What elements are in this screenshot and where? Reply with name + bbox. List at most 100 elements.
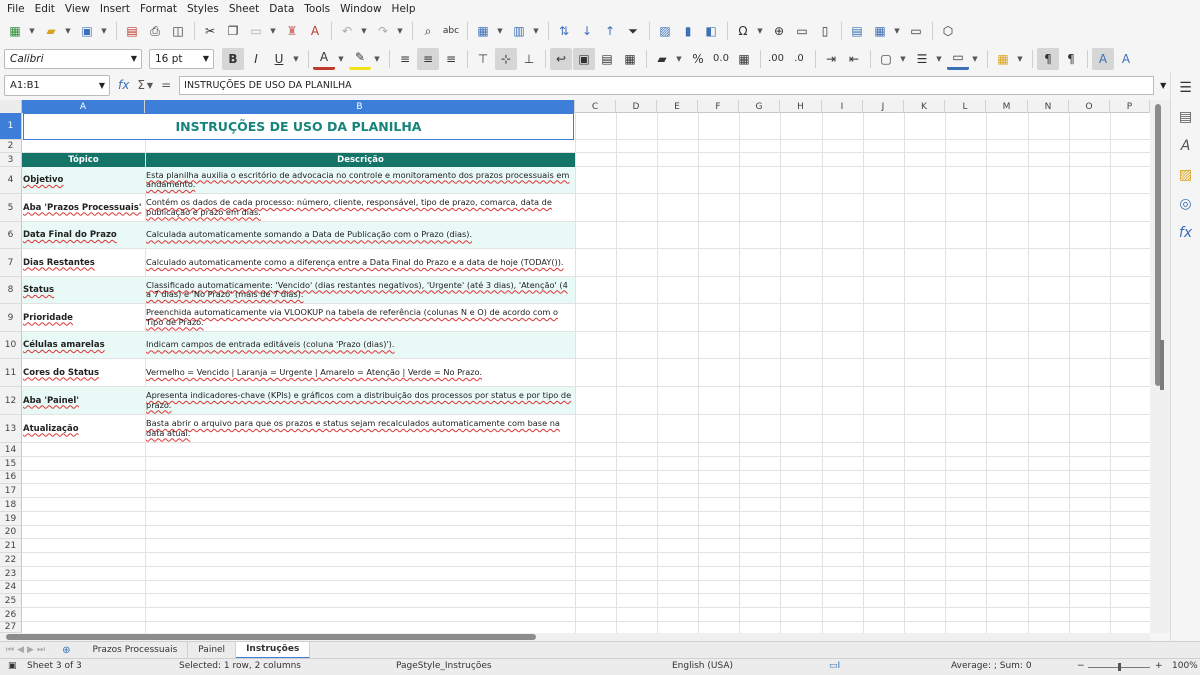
- column-header-n[interactable]: N: [1028, 100, 1069, 113]
- decrease-indent-icon[interactable]: ⇤: [843, 48, 865, 70]
- chevron-down-icon[interactable]: ▼: [372, 48, 382, 70]
- wrap-text-icon[interactable]: ↩: [550, 47, 572, 70]
- menu-window[interactable]: Window: [335, 3, 386, 15]
- insert-image-icon[interactable]: ▨: [654, 20, 676, 42]
- text-direction-ltr-icon[interactable]: ¶: [1037, 47, 1059, 70]
- export-pdf-icon[interactable]: ▤: [121, 20, 143, 42]
- italic-icon[interactable]: I: [245, 48, 267, 70]
- language-indicator[interactable]: English (USA): [672, 661, 733, 671]
- column-header-o[interactable]: O: [1069, 100, 1110, 113]
- redo-icon[interactable]: ↷: [372, 20, 394, 42]
- row-header[interactable]: 10: [0, 332, 22, 359]
- menu-data[interactable]: Data: [264, 3, 299, 15]
- menu-format[interactable]: Format: [135, 3, 182, 15]
- row-header[interactable]: 1: [0, 113, 22, 140]
- comment-icon[interactable]: ▭: [791, 20, 813, 42]
- font-name-box[interactable]: Calibri ▼: [4, 48, 142, 69]
- description-cell[interactable]: Calculado automaticamente como a diferen…: [145, 249, 575, 276]
- tab-instrucoes[interactable]: Instruções: [236, 641, 311, 659]
- align-bottom-icon[interactable]: ⊥: [518, 48, 540, 70]
- unmerge-cells-icon[interactable]: ▦: [619, 48, 641, 70]
- topic-cell[interactable]: Status: [22, 277, 145, 303]
- chevron-down-icon[interactable]: ▼: [63, 20, 73, 42]
- topic-cell[interactable]: Objetivo: [22, 167, 145, 193]
- zoom-in-icon[interactable]: +: [1155, 661, 1163, 671]
- cut-icon[interactable]: ✂: [199, 20, 221, 42]
- delete-decimal-icon[interactable]: .0: [788, 48, 810, 70]
- row-header[interactable]: 5: [0, 194, 22, 222]
- chevron-down-icon[interactable]: ▼: [203, 54, 209, 63]
- print-preview-icon[interactable]: ◫: [167, 20, 189, 42]
- header-description-cell[interactable]: Descrição: [146, 153, 575, 167]
- topic-cell[interactable]: Data Final do Prazo: [22, 222, 145, 248]
- topic-cell[interactable]: Células amarelas: [22, 332, 145, 358]
- function-wizard-icon[interactable]: fx: [118, 78, 129, 92]
- row-header[interactable]: 24: [0, 581, 22, 594]
- row-header[interactable]: 11: [0, 359, 22, 387]
- row-header[interactable]: 2: [0, 140, 22, 153]
- find-replace-icon[interactable]: ⌕: [417, 20, 439, 42]
- row-header[interactable]: 18: [0, 498, 22, 512]
- sort-icon[interactable]: ⇅: [553, 20, 575, 42]
- row-header[interactable]: 15: [0, 457, 22, 471]
- row-header[interactable]: 14: [0, 443, 22, 457]
- column-header-l[interactable]: L: [945, 100, 986, 113]
- clear-formatting-icon[interactable]: A: [304, 20, 326, 42]
- menu-help[interactable]: Help: [387, 3, 421, 15]
- vertical-scrollbar[interactable]: [1150, 100, 1170, 633]
- horizontal-scrollbar[interactable]: [0, 633, 1150, 641]
- chevron-down-icon[interactable]: ▼: [1160, 81, 1166, 90]
- row-header[interactable]: 22: [0, 553, 22, 567]
- styles-icon[interactable]: A: [1175, 135, 1197, 157]
- row-header[interactable]: 25: [0, 594, 22, 608]
- paste-icon[interactable]: ▭: [245, 20, 267, 42]
- autofilter-icon[interactable]: ⏷: [622, 20, 644, 42]
- number-format-icon[interactable]: 0.0: [710, 48, 732, 70]
- description-cell[interactable]: Calculada automaticamente somando a Data…: [145, 222, 575, 248]
- properties-icon[interactable]: ▤: [1175, 106, 1197, 128]
- row-header[interactable]: 19: [0, 512, 22, 526]
- tab-prazos-processuais[interactable]: Prazos Processuais: [82, 641, 189, 659]
- chevron-down-icon[interactable]: ▼: [27, 20, 37, 42]
- chevron-down-icon[interactable]: ▼: [99, 81, 105, 90]
- align-top-icon[interactable]: ⊤: [472, 48, 494, 70]
- topic-cell[interactable]: Prioridade: [22, 304, 145, 331]
- add-sheet-icon[interactable]: ⊕: [62, 645, 70, 656]
- row-header[interactable]: 17: [0, 484, 22, 498]
- align-middle-icon[interactable]: ⊹: [495, 47, 517, 70]
- select-all-corner[interactable]: [0, 100, 22, 113]
- description-cell[interactable]: Contém os dados de cada processo: número…: [145, 194, 575, 221]
- sheet-title-cell[interactable]: INSTRUÇÕES DE USO DA PLANILHA: [23, 113, 574, 140]
- column-header-a[interactable]: A: [22, 100, 145, 113]
- column-icon[interactable]: ▥: [508, 20, 530, 42]
- row-header[interactable]: 12: [0, 387, 22, 415]
- header-footer-icon[interactable]: ▯: [814, 20, 836, 42]
- show-draw-functions-icon[interactable]: ⬡: [937, 20, 959, 42]
- row-header[interactable]: 21: [0, 539, 22, 553]
- freeze-rows-columns-icon[interactable]: ▦: [869, 20, 891, 42]
- spreadsheet-grid[interactable]: A B C D E F G H I J K L M N O P 1 2 3 4 …: [0, 100, 1150, 633]
- menu-file[interactable]: File: [2, 3, 30, 15]
- zoom-slider-knob[interactable]: [1118, 663, 1121, 671]
- border-color-icon[interactable]: ▭: [947, 48, 969, 70]
- functions-icon[interactable]: fx: [1175, 222, 1197, 244]
- chevron-down-icon[interactable]: ▼: [336, 48, 346, 70]
- copy-icon[interactable]: ❐: [222, 20, 244, 42]
- row-header[interactable]: 7: [0, 249, 22, 277]
- new-document-icon[interactable]: ▦: [4, 20, 26, 42]
- gallery-icon[interactable]: ▨: [1175, 164, 1197, 186]
- align-left-icon[interactable]: ≡: [394, 48, 416, 70]
- sum-indicator[interactable]: Average: ; Sum: 0: [951, 661, 1032, 671]
- split-window-icon[interactable]: ▭: [905, 20, 927, 42]
- menu-edit[interactable]: Edit: [30, 3, 60, 15]
- menu-insert[interactable]: Insert: [95, 3, 135, 15]
- chevron-down-icon[interactable]: ▼: [395, 20, 405, 42]
- pivot-table-icon[interactable]: ◧: [700, 20, 722, 42]
- highlight-color-icon[interactable]: ✎: [349, 48, 371, 70]
- selection-mode-icon[interactable]: ▭I: [829, 661, 840, 671]
- row-header[interactable]: 6: [0, 222, 22, 249]
- column-header-k[interactable]: K: [904, 100, 945, 113]
- chevron-down-icon[interactable]: ▼: [970, 48, 980, 70]
- navigator-icon[interactable]: ◎: [1175, 193, 1197, 215]
- percent-format-icon[interactable]: %: [687, 48, 709, 70]
